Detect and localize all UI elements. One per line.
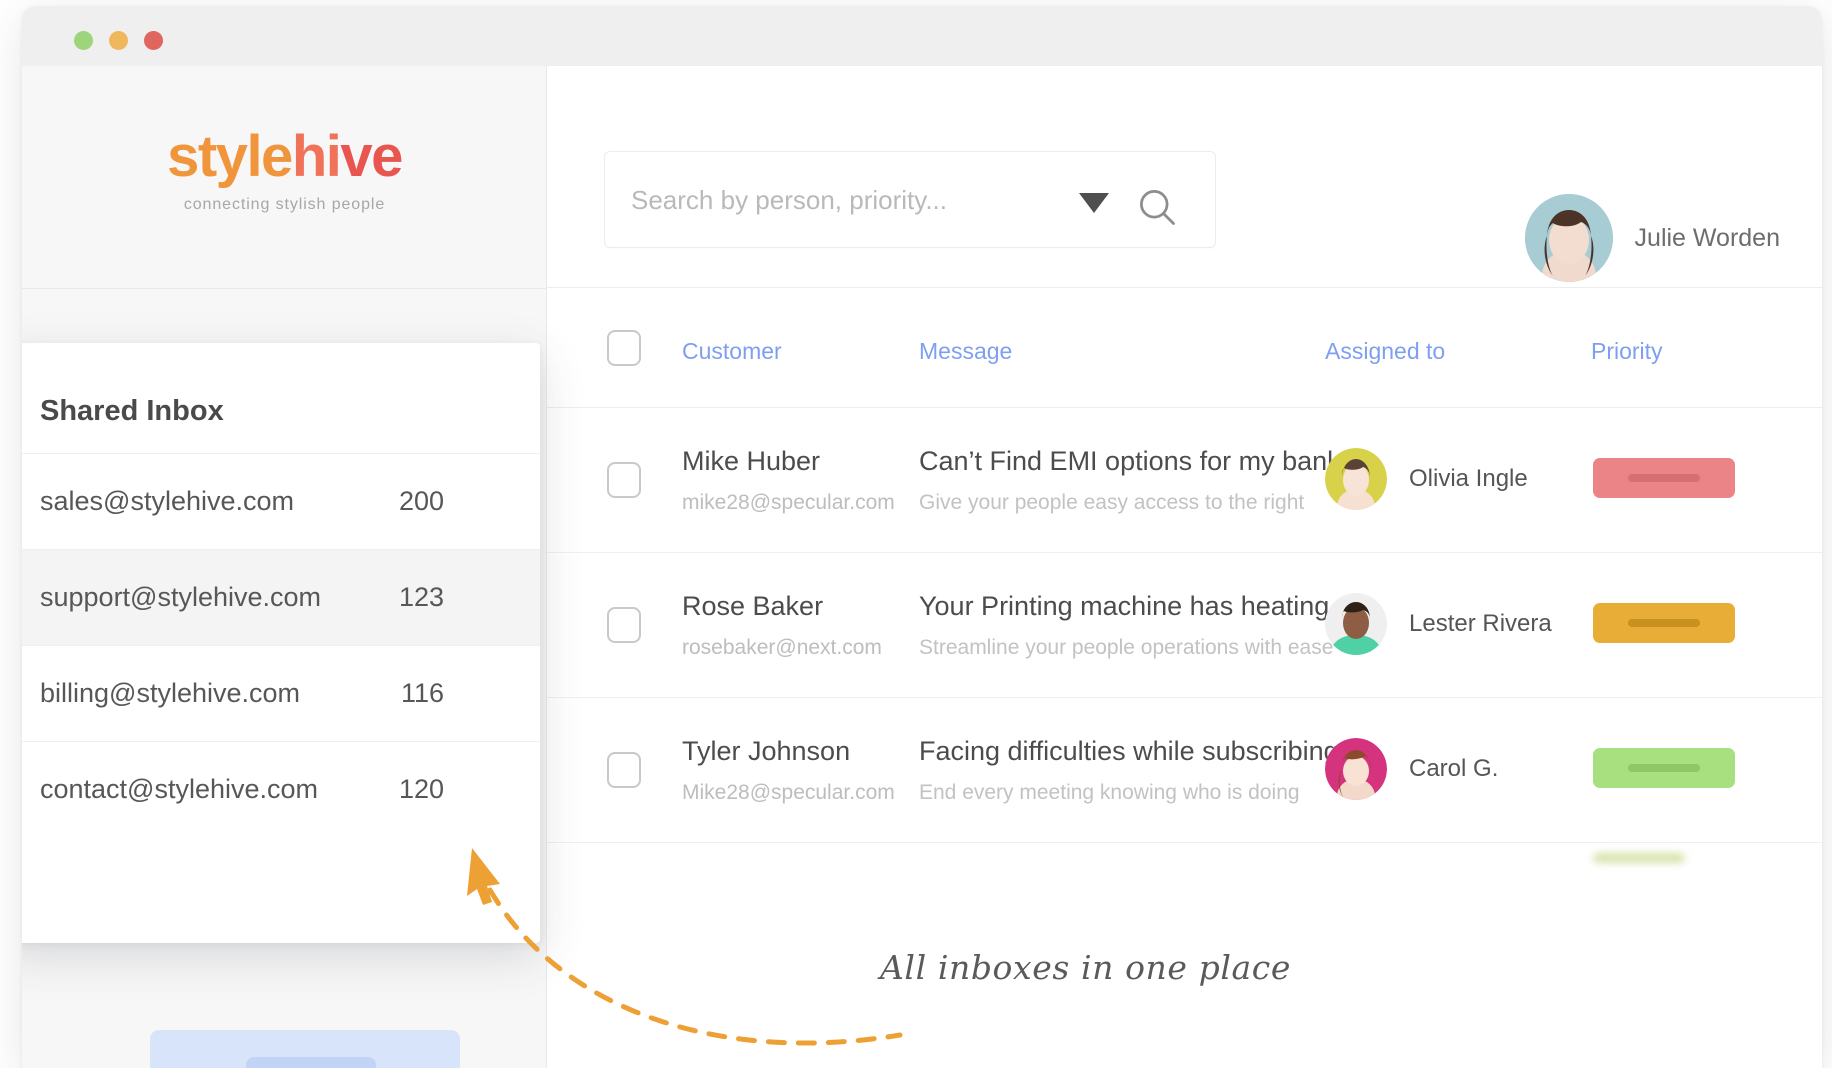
priority-badge[interactable] — [1593, 458, 1735, 498]
brand-logo-text: stylehive — [22, 128, 547, 186]
inbox-item-count: 123 — [399, 582, 444, 613]
customer-email: Mike28@specular.com — [682, 781, 895, 805]
avatar — [1325, 593, 1387, 655]
row-checkbox[interactable] — [607, 607, 641, 643]
row-checkbox[interactable] — [607, 462, 641, 498]
message-title: Facing difficulties while subscribing — [919, 736, 1339, 767]
avatar — [1325, 738, 1387, 800]
table-row[interactable]: Rose Baker rosebaker@next.com Your Print… — [547, 553, 1822, 698]
search-icon[interactable] — [1135, 185, 1179, 234]
inbox-item-count: 116 — [401, 678, 444, 709]
sidebar-divider — [22, 288, 547, 289]
search-bar[interactable] — [604, 151, 1216, 248]
row-checkbox[interactable] — [607, 752, 641, 788]
column-header-assigned-to[interactable]: Assigned to — [1325, 338, 1445, 365]
priority-badge[interactable] — [1593, 748, 1735, 788]
inbox-item-email: contact@stylehive.com — [40, 774, 318, 805]
user-profile[interactable]: Julie Worden — [1525, 194, 1780, 282]
main-topbar: Julie Worden — [547, 66, 1822, 288]
column-header-message[interactable]: Message — [919, 338, 1012, 365]
customer-email: mike28@specular.com — [682, 491, 895, 515]
inbox-item-billing[interactable]: billing@stylehive.com 116 — [22, 645, 540, 741]
inbox-item-email: billing@stylehive.com — [40, 678, 300, 709]
message-preview: Streamline your people operations with e… — [919, 636, 1333, 660]
table-header-row: Customer Message Assigned to Priority — [547, 288, 1822, 408]
customer-name: Mike Huber — [682, 446, 820, 477]
brand-logo-part-ve: ve — [340, 124, 402, 189]
avatar — [1525, 194, 1613, 282]
inbox-item-count: 120 — [399, 774, 444, 805]
message-preview: Give your people easy access to the righ… — [919, 491, 1304, 515]
shared-inbox-list: sales@stylehive.com 200 support@stylehiv… — [22, 453, 540, 837]
customer-name: Rose Baker — [682, 591, 823, 622]
user-name: Julie Worden — [1635, 224, 1780, 253]
table-row[interactable]: Tyler Johnson Mike28@specular.com Facing… — [547, 698, 1822, 843]
window-controls — [74, 31, 163, 50]
column-header-priority[interactable]: Priority — [1591, 338, 1663, 365]
brand-tagline: connecting stylish people — [22, 196, 547, 214]
priority-badge[interactable] — [1593, 603, 1735, 643]
browser-window: stylehive connecting stylish people — [22, 6, 1822, 1068]
shared-inbox-title: Shared Inbox — [40, 395, 224, 428]
close-window-dot-icon[interactable] — [74, 31, 93, 50]
customer-name: Tyler Johnson — [682, 736, 850, 767]
sidebar-placeholder-button[interactable] — [150, 1030, 460, 1068]
screenshot-root: stylehive connecting stylish people — [0, 0, 1832, 1068]
inbox-item-count: 200 — [399, 486, 444, 517]
brand-logo-part-hi: hi — [292, 124, 341, 189]
table-row[interactable]: Mike Huber mike28@specular.com Can’t Fin… — [547, 408, 1822, 553]
inbox-item-email: sales@stylehive.com — [40, 486, 294, 517]
avatar — [1325, 448, 1387, 510]
message-title: Your Printing machine has heating — [919, 591, 1329, 622]
annotation-label: All inboxes in one place — [880, 948, 1291, 987]
assignee[interactable]: Olivia Ingle — [1325, 448, 1528, 510]
chevron-down-icon[interactable] — [1079, 193, 1109, 213]
maximize-window-dot-icon[interactable] — [144, 31, 163, 50]
customer-email: rosebaker@next.com — [682, 636, 882, 660]
minimize-window-dot-icon[interactable] — [109, 31, 128, 50]
window-titlebar — [22, 6, 1822, 66]
priority-badge-partial — [1593, 853, 1685, 863]
brand-logo[interactable]: stylehive connecting stylish people — [22, 128, 547, 214]
assignee-name: Olivia Ingle — [1409, 465, 1528, 493]
select-all-checkbox[interactable] — [607, 330, 641, 366]
sidebar-placeholder-button-label — [246, 1057, 376, 1068]
message-preview: End every meeting knowing who is doing — [919, 781, 1300, 805]
brand-logo-part-style: style — [167, 124, 292, 189]
shared-inbox-panel: Shared Inbox sales@stylehive.com 200 sup… — [22, 343, 540, 943]
inbox-item-contact[interactable]: contact@stylehive.com 120 — [22, 741, 540, 837]
column-header-customer[interactable]: Customer — [682, 338, 782, 365]
assignee-name: Carol G. — [1409, 755, 1498, 783]
inbox-item-email: support@stylehive.com — [40, 582, 321, 613]
assignee-name: Lester Rivera — [1409, 610, 1552, 638]
assignee[interactable]: Lester Rivera — [1325, 593, 1552, 655]
message-title: Can’t Find EMI options for my bank — [919, 446, 1341, 477]
conversations-table: Customer Message Assigned to Priority Mi… — [547, 288, 1822, 1003]
assignee[interactable]: Carol G. — [1325, 738, 1498, 800]
inbox-item-support[interactable]: support@stylehive.com 123 — [22, 549, 540, 645]
inbox-item-sales[interactable]: sales@stylehive.com 200 — [22, 453, 540, 549]
search-input[interactable] — [631, 152, 1061, 249]
